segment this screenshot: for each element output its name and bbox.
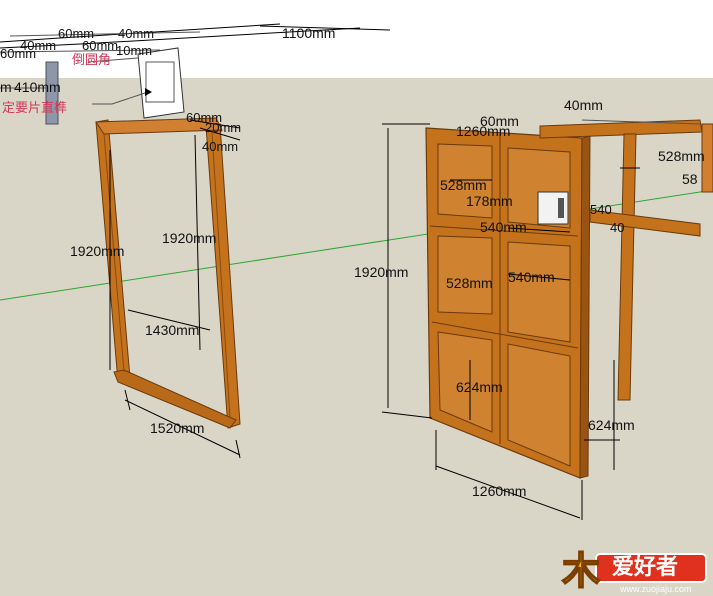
- side-40-label: 40: [610, 220, 624, 235]
- top-dim-10-label: 10mm: [116, 43, 152, 58]
- door-panel-lower-right-label: 624mm: [588, 417, 635, 433]
- side-540-label: 540: [590, 202, 612, 217]
- tenon-note: 定要片直榫: [2, 101, 67, 116]
- top-dim-60b-label: 60mm: [0, 46, 36, 61]
- top-dim-410-label: 410mm: [14, 79, 61, 95]
- left-frame-inner-width-label: 1430mm: [145, 322, 199, 338]
- door-stile-top-label: 40mm: [564, 97, 603, 113]
- left-frame-height-label: 1920mm: [70, 243, 124, 259]
- rounded-corner-note: 倒圆角: [72, 53, 111, 68]
- watermark-url: www.zuojiaju.com: [619, 584, 692, 594]
- door-width-label: 1260mm: [472, 483, 526, 499]
- watermark-logo-char: 木: [562, 549, 600, 593]
- top-dim-40-label: 40mm: [118, 26, 154, 41]
- door-rail-178-label: 178mm: [466, 193, 513, 209]
- door-panel-width-right-label: 540mm: [508, 269, 555, 285]
- sketchup-viewport[interactable]: 1920mm 1920mm 1430mm 1520mm 60mm 20mm 40…: [0, 0, 713, 596]
- left-frame-outer-width-label: 1520mm: [150, 420, 204, 436]
- watermark-brand: 爱好者: [612, 554, 678, 580]
- door-panel-upper-label: 528mm: [440, 177, 487, 193]
- door-panel-mid-right: [507, 241, 571, 343]
- site-watermark: 木 爱好者 www.zuojiaju.com: [561, 548, 707, 594]
- door-panel-mid-label: 528mm: [446, 275, 493, 291]
- door-height-label: 1920mm: [354, 264, 408, 280]
- top-dim-1100-label: 1100mm: [282, 25, 335, 41]
- top-dim-m-label: m: [0, 79, 12, 95]
- left-frame-rail-b-label: 20mm: [205, 120, 241, 135]
- top-dim-60c-label: 60mm: [82, 38, 118, 53]
- door-panel-lower-label: 624mm: [456, 379, 503, 395]
- left-frame-inner-height-label: 1920mm: [162, 230, 216, 246]
- door-top-rail-label: 60mm: [480, 113, 519, 129]
- far-528-label: 528mm: [658, 148, 705, 164]
- door-panel-width-left-label: 540mm: [480, 219, 527, 235]
- far-58-label: 58: [682, 171, 698, 187]
- model-scene: 1920mm 1920mm 1430mm 1520mm 60mm 20mm 40…: [0, 0, 713, 596]
- white-panel-sample: [137, 47, 185, 119]
- left-frame-rail-c-label: 40mm: [202, 139, 238, 154]
